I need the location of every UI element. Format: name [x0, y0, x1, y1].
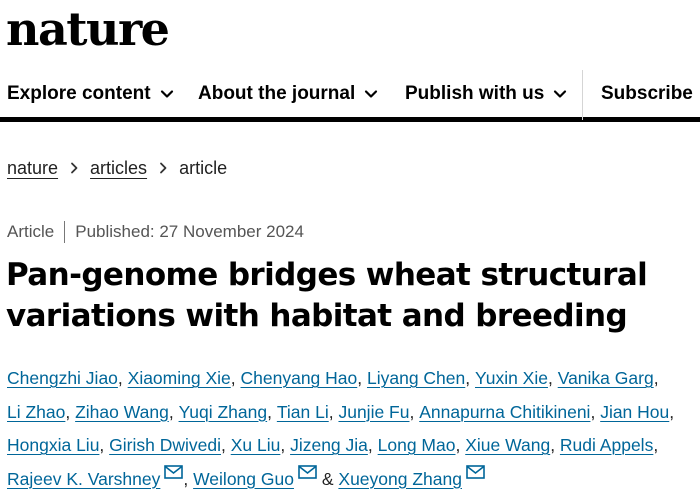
- author-separator: ,: [267, 401, 277, 422]
- author-link[interactable]: Xu Liu: [231, 435, 281, 455]
- author-separator: ,: [230, 368, 241, 388]
- author-link[interactable]: Xiaoming Xie: [128, 368, 231, 388]
- nav-divider: [582, 70, 583, 120]
- breadcrumb-item-articles[interactable]: articles: [90, 158, 147, 179]
- author-link[interactable]: Long Mao: [378, 435, 456, 455]
- author-separator: ,: [367, 435, 378, 455]
- author-link[interactable]: Annapurna Chitikineni: [419, 402, 590, 422]
- mail-icon[interactable]: [164, 464, 184, 479]
- published-date: Published: 27 November 2024: [75, 222, 304, 241]
- chevron-down-icon: [160, 87, 174, 101]
- chevron-down-icon: [364, 87, 378, 101]
- author-separator: ,: [328, 401, 339, 422]
- author-link[interactable]: Li Zhao: [7, 402, 65, 422]
- author-link[interactable]: Rajeev K. Varshney: [7, 469, 160, 489]
- author-separator: ,: [547, 368, 558, 388]
- author-separator: ,: [465, 368, 475, 388]
- nav-subscribe-label: Subscribe: [601, 83, 693, 104]
- chevron-right-icon: [69, 161, 79, 175]
- author-separator: ,: [409, 401, 420, 422]
- author-separator: ,: [183, 468, 194, 489]
- author-link[interactable]: Yuqi Zhang: [179, 402, 268, 422]
- nav-publish-with-us-label: Publish with us: [405, 83, 545, 104]
- author-link[interactable]: Zihao Wang: [75, 402, 169, 422]
- author-link[interactable]: Vanika Garg: [558, 368, 654, 388]
- author-link[interactable]: Weilong Guo: [193, 469, 294, 489]
- author-separator: ,: [220, 435, 231, 455]
- author-separator: ,: [455, 435, 466, 455]
- nav-about-the-journal[interactable]: About the journal: [198, 66, 378, 122]
- nav-about-the-journal-label: About the journal: [198, 83, 356, 104]
- author-joiner: &: [321, 468, 334, 489]
- nav-explore-content[interactable]: Explore content: [7, 66, 174, 122]
- author-separator: ,: [669, 401, 675, 422]
- author-separator: ,: [653, 435, 659, 455]
- nature-logo[interactable]: nature: [6, 0, 170, 58]
- breadcrumb-item-current: article: [179, 157, 228, 178]
- article-type: Article: [7, 222, 55, 241]
- article-title: Pan-genome bridges wheat structural vari…: [6, 257, 648, 334]
- author-link[interactable]: Yuxin Xie: [475, 368, 548, 388]
- author-separator: ,: [653, 368, 659, 388]
- author-link[interactable]: Xiue Wang: [465, 435, 550, 455]
- author-separator: ,: [357, 368, 367, 388]
- author-list: Chengzhi Jiao, Xiaoming Xie, Chenyang Ha…: [7, 362, 697, 496]
- mail-icon[interactable]: [298, 464, 317, 479]
- author-separator: ,: [117, 368, 128, 388]
- nav-publish-with-us[interactable]: Publish with us: [405, 66, 567, 122]
- article-meta: Article Published: 27 November 2024: [7, 220, 304, 244]
- meta-divider: [64, 221, 66, 243]
- author-link[interactable]: Liyang Chen: [367, 368, 465, 388]
- author-link[interactable]: Rudi Appels: [560, 435, 653, 455]
- nav-explore-content-label: Explore content: [7, 83, 151, 104]
- author-link[interactable]: Xueyong Zhang: [338, 469, 462, 489]
- author-separator: ,: [550, 435, 560, 455]
- author-link[interactable]: Jizeng Jia: [290, 435, 368, 455]
- breadcrumb: nature articles article: [7, 155, 227, 181]
- main-navigation: Explore content About the journal Publis…: [0, 66, 700, 122]
- author-separator: ,: [99, 435, 110, 455]
- author-separator: ,: [168, 401, 179, 422]
- mail-icon[interactable]: [466, 464, 485, 479]
- author-link[interactable]: Chenyang Hao: [241, 368, 358, 388]
- author-link[interactable]: Chengzhi Jiao: [7, 368, 118, 388]
- author-separator: ,: [65, 401, 76, 422]
- nav-subscribe[interactable]: Subscribe: [601, 66, 693, 122]
- author-separator: ,: [280, 435, 291, 455]
- author-link[interactable]: Junjie Fu: [338, 402, 409, 422]
- author-link[interactable]: Jian Hou: [600, 402, 669, 422]
- chevron-down-icon: [553, 87, 567, 101]
- author-separator: ,: [590, 401, 601, 422]
- breadcrumb-item-nature[interactable]: nature: [7, 158, 58, 179]
- author-link[interactable]: Hongxia Liu: [7, 435, 99, 455]
- author-link[interactable]: Tian Li: [277, 402, 329, 422]
- chevron-right-icon: [158, 161, 168, 175]
- author-link[interactable]: Girish Dwivedi: [109, 435, 221, 455]
